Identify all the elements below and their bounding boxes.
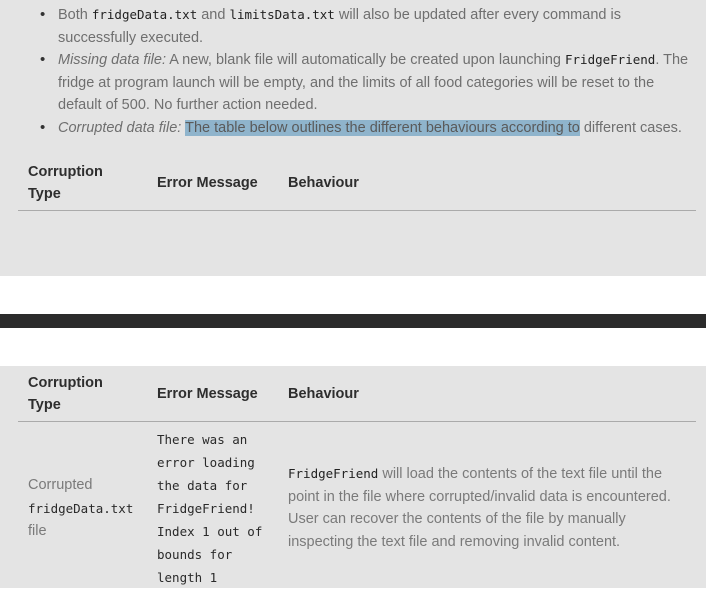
error-message-cell: There was an error loading the data for … — [157, 428, 262, 589]
error-line: bounds for — [157, 547, 233, 562]
header-corruption-type: Corruption Type — [28, 161, 103, 205]
corruption-type-cell: Corrupted fridgeData.txt file — [28, 474, 133, 542]
error-line: the data for — [157, 478, 248, 493]
bullet-label: Corrupted data file: — [58, 119, 182, 136]
header-text: Type — [28, 186, 61, 202]
table-divider — [18, 421, 696, 422]
bullet-icon: • — [40, 118, 46, 136]
bullet-text: different cases. — [579, 119, 682, 136]
cell-text: file — [28, 522, 47, 539]
filename-code: fridgeData.txt — [28, 500, 134, 516]
app-name-code: FridgeFriend — [288, 466, 379, 481]
header-error-message: Error Message — [157, 175, 258, 191]
doc-section-top: • Both fridgeData.txt and limitsData.txt… — [0, 0, 706, 276]
error-line: There was an — [157, 432, 248, 447]
cell-text: Corrupted — [28, 477, 93, 493]
filename-code: limitsData.txt — [229, 7, 335, 22]
bullet-text: Both — [58, 7, 92, 23]
header-behaviour: Behaviour — [288, 175, 359, 191]
header-text: Corruption — [28, 164, 103, 180]
error-line: length 1 — [157, 570, 218, 585]
bullet-text: and — [197, 7, 230, 23]
header-error-message: Error Message — [157, 386, 258, 402]
error-line: error loading — [157, 455, 255, 470]
error-line: Index 1 out of — [157, 524, 263, 539]
divider-bar — [0, 314, 706, 328]
doc-section-bottom: Corruption Type Error Message Behaviour … — [0, 366, 706, 588]
bullet-icon: • — [40, 6, 46, 23]
header-text: Type — [28, 397, 61, 413]
behaviour-cell: FridgeFriend will load the contents of t… — [288, 463, 688, 553]
bullet-text: A new, blank file will automatically be … — [166, 52, 565, 68]
notes-list: • Both fridgeData.txt and limitsData.txt… — [40, 4, 700, 139]
list-item: • Missing data file: A new, blank file w… — [40, 49, 700, 117]
header-behaviour: Behaviour — [288, 386, 359, 402]
selected-text[interactable]: The table below outlines the different b… — [185, 119, 580, 136]
app-name-code: FridgeFriend — [565, 52, 656, 67]
table-divider — [18, 210, 696, 211]
error-line: FridgeFriend! — [157, 501, 255, 516]
list-item: • Corrupted data file: The table below o… — [40, 117, 700, 140]
list-item: • Both fridgeData.txt and limitsData.txt… — [40, 4, 700, 49]
header-corruption-type: Corruption Type — [28, 372, 103, 416]
header-text: Corruption — [28, 375, 103, 391]
filename-code: fridgeData.txt — [91, 7, 198, 22]
bullet-label: Missing data file: — [58, 52, 166, 68]
bullet-icon: • — [40, 51, 46, 68]
